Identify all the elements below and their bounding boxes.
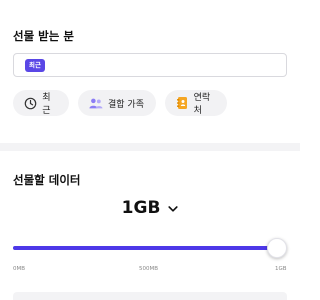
- slider-min-label: 0MB: [13, 266, 26, 272]
- chip-contacts-label: 연락처: [193, 93, 211, 116]
- slider-fill: [13, 246, 277, 250]
- slider-thumb[interactable]: [267, 238, 287, 258]
- chevron-down-icon: [168, 198, 178, 218]
- bottom-panel: [13, 292, 287, 300]
- chip-recent[interactable]: 최근: [13, 90, 69, 116]
- chip-family-label: 결합 가족: [108, 99, 144, 110]
- data-amount-slider[interactable]: [13, 238, 287, 258]
- clock-icon: [24, 96, 37, 110]
- recipient-input[interactable]: 최근: [13, 53, 287, 77]
- slider-mid-label: 500MB: [139, 266, 159, 272]
- data-amount-selector[interactable]: 1GB: [0, 198, 300, 218]
- chip-contacts[interactable]: 연락처: [165, 90, 227, 116]
- recipient-chip[interactable]: 최근: [25, 59, 45, 72]
- section-divider: [0, 143, 300, 151]
- chip-recent-label: 최근: [42, 93, 51, 116]
- family-icon: [89, 96, 103, 110]
- contacts-book-icon: [176, 96, 189, 110]
- data-amount-value: 1GB: [121, 198, 161, 218]
- chip-family[interactable]: 결합 가족: [78, 90, 156, 116]
- slider-max-label: 1GB: [275, 266, 287, 272]
- gift-data-section-title: 선물할 데이터: [13, 173, 81, 187]
- recipient-section-title: 선물 받는 분: [13, 29, 74, 43]
